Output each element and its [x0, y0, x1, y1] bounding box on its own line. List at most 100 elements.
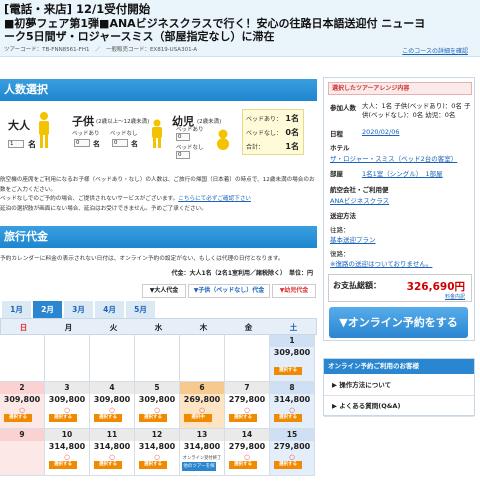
select-day-button[interactable]: 選択する [229, 461, 257, 469]
price-breakdown-link[interactable]: 料金内訳 [445, 293, 465, 300]
tab-month-1[interactable]: 1月 [2, 301, 31, 318]
room-link[interactable]: 1名1室（シングル） 1部屋 [362, 168, 443, 178]
day-number: 2 [0, 382, 44, 394]
select-day-button[interactable]: 選択する [4, 414, 32, 422]
calendar-day[interactable]: 4 309,800 ○ 選択する [90, 382, 135, 429]
tab-infant-price[interactable]: ▼幼児代金 [272, 284, 316, 298]
day-number: 15 [270, 429, 314, 441]
select-day-button[interactable]: 選択する [94, 461, 122, 469]
child-nobed-select[interactable]: 0 [112, 139, 128, 147]
day-price: 314,800 [48, 442, 86, 451]
day-number: 12 [135, 429, 179, 441]
airline-link[interactable]: ANAビジネスクラス [330, 195, 389, 205]
adult-label: 大人 [8, 119, 30, 132]
people-notes: 航空機の座席をご利用になるお子様（ベッドあり・なし）の人数は、ご旅行の帰国（日本… [0, 177, 315, 212]
day-number: 6 [180, 382, 224, 394]
select-day-button[interactable]: 選択する [139, 414, 167, 422]
tab-month-5[interactable]: 5月 [126, 301, 155, 318]
calendar-day [225, 335, 270, 382]
adult-person-icon [39, 112, 49, 148]
help-howto-link[interactable]: ▶ 操作方法について [324, 375, 474, 396]
calendar-day [45, 335, 90, 382]
summary-heading: 選択したツアーアレンジ内容 [328, 82, 472, 95]
outbound-transfer-link[interactable]: 基本送迎プラン [330, 234, 376, 244]
calendar-day[interactable]: 2 309,800 ○ 選択する [0, 382, 45, 429]
select-day-button[interactable]: 選択する [274, 367, 302, 375]
tab-month-3[interactable]: 3月 [64, 301, 93, 318]
calendar-day[interactable]: 8 314,800 ○ 選択する [270, 382, 315, 429]
tab-adult-price[interactable]: ▼大人代金 [142, 284, 186, 298]
calendar-day [180, 335, 225, 382]
select-day-button[interactable]: 選択する [274, 414, 302, 422]
availability-mark: ○ [289, 406, 295, 414]
day-price: 279,800 [228, 442, 266, 451]
day-number: 9 [0, 429, 44, 441]
day-price: 269,800 [183, 395, 221, 404]
select-day-button[interactable]: 選択する [139, 461, 167, 469]
availability-mark: ○ [244, 406, 250, 414]
day-price: 314,800 [93, 442, 131, 451]
date-link[interactable]: 2020/02/06 [362, 128, 399, 136]
availability-mark: ○ [289, 453, 295, 461]
weekday-header: 日 月 火 水 木 金 土 [0, 318, 317, 335]
availability-mark: ○ [109, 453, 115, 461]
people-summary: ベッドあり： 1名 ベッドなし： 0名 合計： 1名 [242, 109, 304, 155]
child-bed-select[interactable]: 0 [74, 139, 90, 147]
select-day-button[interactable]: 選択する [274, 461, 302, 469]
calendar-day[interactable]: 7 279,800 ○ 選択する [225, 382, 270, 429]
day-number: 10 [45, 429, 89, 441]
select-day-button[interactable]: 選択する [49, 461, 77, 469]
calendar-day[interactable]: 6 269,800 ○ 選択中 [180, 382, 225, 429]
child-person-icon [152, 119, 162, 148]
availability-mark: ○ [19, 406, 25, 414]
calendar-day[interactable]: 14 279,800 ○ 選択する [225, 429, 270, 476]
calendar-day[interactable]: 3 309,800 ○ 選択する [45, 382, 90, 429]
tab-month-2[interactable]: 2月 [33, 301, 62, 318]
day-price: 279,800 [228, 395, 266, 404]
day-number: 3 [45, 382, 89, 394]
price-legend: 代金：大人1名（2名1室利用／諸税除く） 単位：円 [171, 270, 313, 277]
tab-month-4[interactable]: 4月 [95, 301, 124, 318]
tab-child-price[interactable]: ▼子供（ベッドなし）代金 [188, 284, 270, 298]
day-price: 314,800 [273, 395, 311, 404]
calendar-day[interactable]: 15 279,800 ○ 選択する [270, 429, 315, 476]
online-booking-button[interactable]: ▼オンライン予約をする [329, 307, 468, 338]
adult-count-select[interactable]: 1 [8, 140, 24, 148]
price-section-title: 旅行代金 [0, 226, 317, 248]
infant-bed-select[interactable]: 0 [176, 133, 190, 141]
tour-title: ■初夢フェア第1弾■ANAビジネスクラスで行く！安心の往路日本語送迎付 ニューヨ… [4, 17, 426, 43]
help-title: オンライン予約ご利用のお客様 [324, 359, 474, 374]
day-price: 309,800 [3, 395, 41, 404]
day-price: 314,800 [138, 442, 176, 451]
child-label: 子供 [72, 115, 94, 128]
select-day-button[interactable]: 選択する [94, 414, 122, 422]
day-number: 4 [90, 382, 134, 394]
day-price: 309,800 [48, 395, 86, 404]
total-price: 326,690円 [406, 281, 465, 293]
calendar-day[interactable]: 12 314,800 ○ 選択する [135, 429, 180, 476]
selection-summary-panel: 選択したツアーアレンジ内容 参加人数 大人：1名 子供(ベッドあり)：0名 子供… [323, 77, 475, 341]
calendar-day[interactable]: 5 309,800 ○ 選択する [135, 382, 180, 429]
hotel-link[interactable]: ザ・ロジャー・スミス（ベッド2台の客室） [330, 153, 457, 163]
select-day-button[interactable]: 選択中 [184, 414, 212, 422]
infant-nobed-select[interactable]: 0 [176, 151, 190, 159]
online-closed-caption: オンライン受付終了 [182, 456, 222, 461]
availability-mark: ○ [154, 406, 160, 414]
day-price: 314,800 [183, 442, 221, 451]
select-day-button[interactable]: 選択する [229, 414, 257, 422]
inbound-transfer-link[interactable]: ※復路の送迎はついておりません。 [330, 258, 432, 268]
calendar-day: 9 [0, 429, 45, 476]
help-faq-link[interactable]: ▶ よくある質問(Q&A) [324, 396, 474, 417]
calendar-day[interactable]: 11 314,800 ○ 選択する [90, 429, 135, 476]
day-number: 7 [225, 382, 269, 394]
calendar-day[interactable]: 1 309,800 選択する [270, 335, 315, 382]
day-number: 11 [90, 429, 134, 441]
course-detail-link[interactable]: このコースの詳細を確認 [402, 46, 468, 55]
calendar-day [90, 335, 135, 382]
calendar-day [0, 335, 45, 382]
find-other-tour-button[interactable]: 他のツアーを探す [182, 462, 216, 478]
calendar-day[interactable]: 10 314,800 ○ 選択する [45, 429, 90, 476]
select-day-button[interactable]: 選択する [49, 414, 77, 422]
service-check-link[interactable]: こちらにて必ずご確認下さい [178, 196, 251, 202]
help-panel: オンライン予約ご利用のお客様 ▶ 操作方法について ▶ よくある質問(Q&A) [323, 358, 475, 417]
